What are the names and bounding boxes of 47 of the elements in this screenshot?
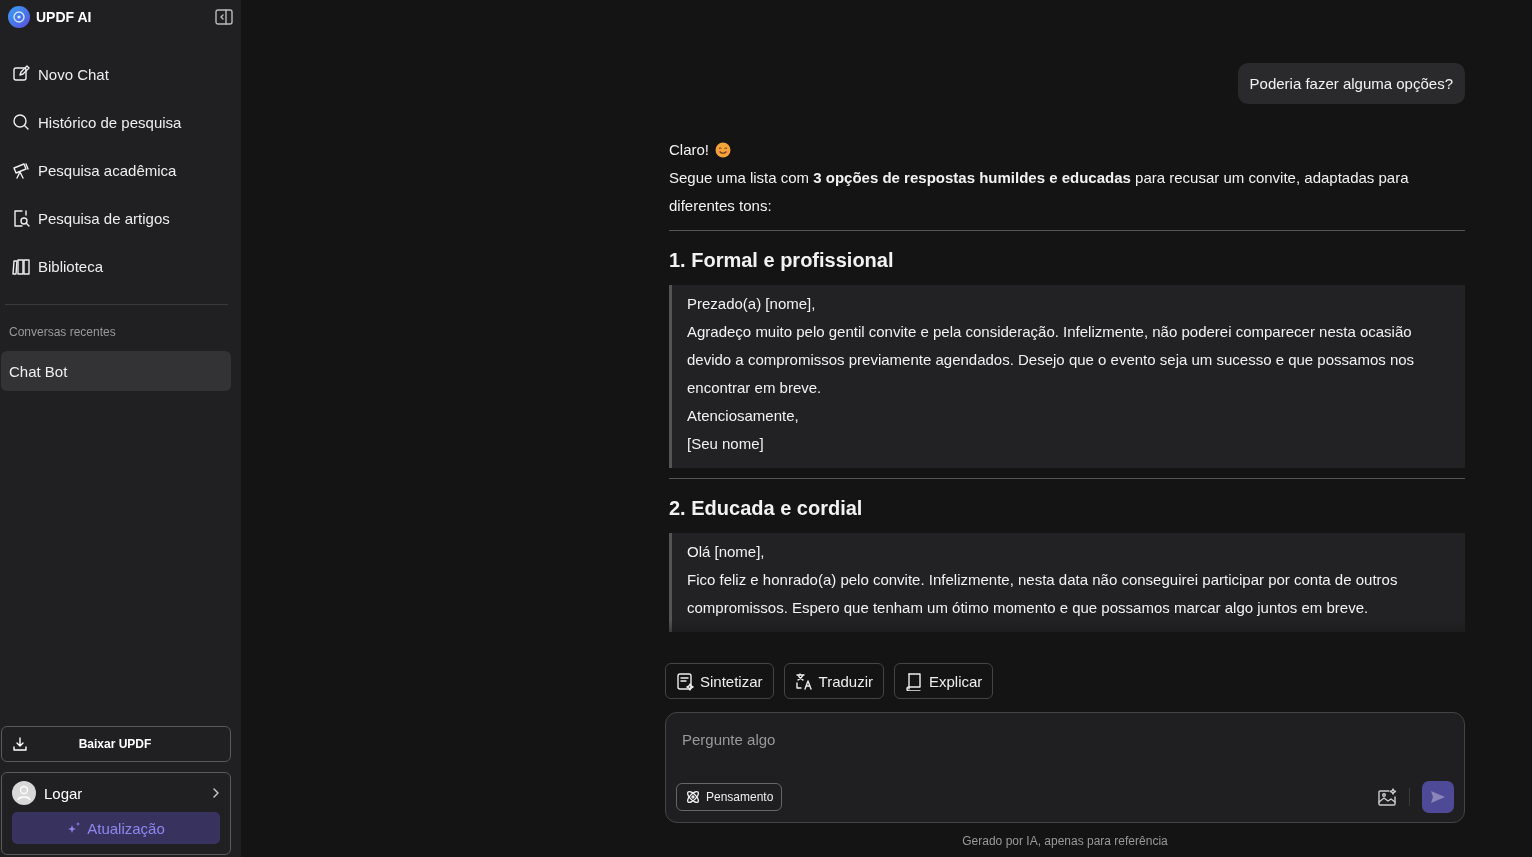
brand-name: UPDF AI (36, 9, 92, 25)
user-message: Poderia fazer alguma opções? (1237, 63, 1465, 104)
smiley-icon (715, 142, 731, 158)
conversation-item[interactable]: Chat Bot (1, 351, 231, 391)
books-icon (12, 256, 30, 276)
send-button[interactable] (1422, 781, 1454, 813)
action-button[interactable]: Sintetizar (665, 663, 774, 699)
sidebar-toggle-icon[interactable] (215, 9, 233, 25)
sidebar-item[interactable]: Pesquisa de artigos (0, 194, 241, 242)
disclaimer-text: Gerado por IA, apenas para referência (961, 834, 1169, 848)
quote-text: [Seu nome] (687, 434, 765, 454)
reply-text: Claro! (669, 140, 709, 160)
sparkle-icon (67, 822, 82, 834)
login-button[interactable]: Logar (12, 781, 220, 805)
sidebar-item[interactable]: Biblioteca (0, 242, 241, 290)
section-heading: 2. Educada e cordial (669, 496, 864, 521)
section-title: Conversas recentes (8, 324, 117, 341)
document-sparkle-icon (676, 671, 694, 691)
action-button[interactable]: Explicar (894, 663, 994, 699)
section-heading: 1. Formal e profissional (669, 248, 895, 273)
quote-text: Agradeço muito pelo gentil convite e pela consideração. Infelizmente, não poderei comparecer nesta ocasião devido a compromissos previamente agendados. Desejo que o evento seja um sucesso e que possamos nos encontrar em breve. (687, 322, 1416, 398)
quote-text: Fico feliz e honrado(a) pelo convite. Infelizmente, nesta data não conseguirei participar por conta de outros compromissos. Espero que tenham um ótimo momento e que possamos marcar algo juntos em breve. (687, 570, 1399, 618)
sidebar-item[interactable]: Novo Chat (0, 50, 241, 98)
avatar-icon (12, 781, 36, 805)
thinking-button[interactable]: Pensamento (676, 783, 783, 811)
upgrade-button[interactable]: Atualização (12, 812, 220, 844)
search-icon (12, 112, 30, 132)
edit-icon (12, 64, 30, 84)
message-input[interactable]: Pergunte algo (676, 725, 1088, 754)
translate-icon (794, 671, 813, 691)
telescope-icon (12, 160, 30, 180)
sidebar-item[interactable]: Pesquisa acadêmica (0, 146, 241, 194)
sidebar-item[interactable]: Histórico de pesquisa (0, 98, 241, 146)
book-icon (905, 671, 923, 691)
atom-icon (685, 789, 701, 805)
logo-icon (8, 6, 30, 28)
action-button[interactable]: Traduzir (783, 663, 884, 699)
image-sparkle-icon[interactable] (1377, 787, 1397, 807)
download-icon (12, 736, 28, 752)
quote-text: Olá [nome], (687, 542, 766, 562)
document-search-icon (12, 208, 30, 228)
send-icon (1430, 790, 1446, 804)
quote-text: Prezado(a) [nome], (687, 294, 817, 314)
download-button[interactable]: Baixar UPDF (1, 726, 231, 762)
chevron-icon (212, 787, 220, 799)
quote-text: Atenciosamente, (687, 406, 800, 426)
reply-text: Segue uma lista com 3 opções de respostas humildes e educadas para recusar um convite, adaptadas para diferentes tons: (669, 168, 1410, 216)
